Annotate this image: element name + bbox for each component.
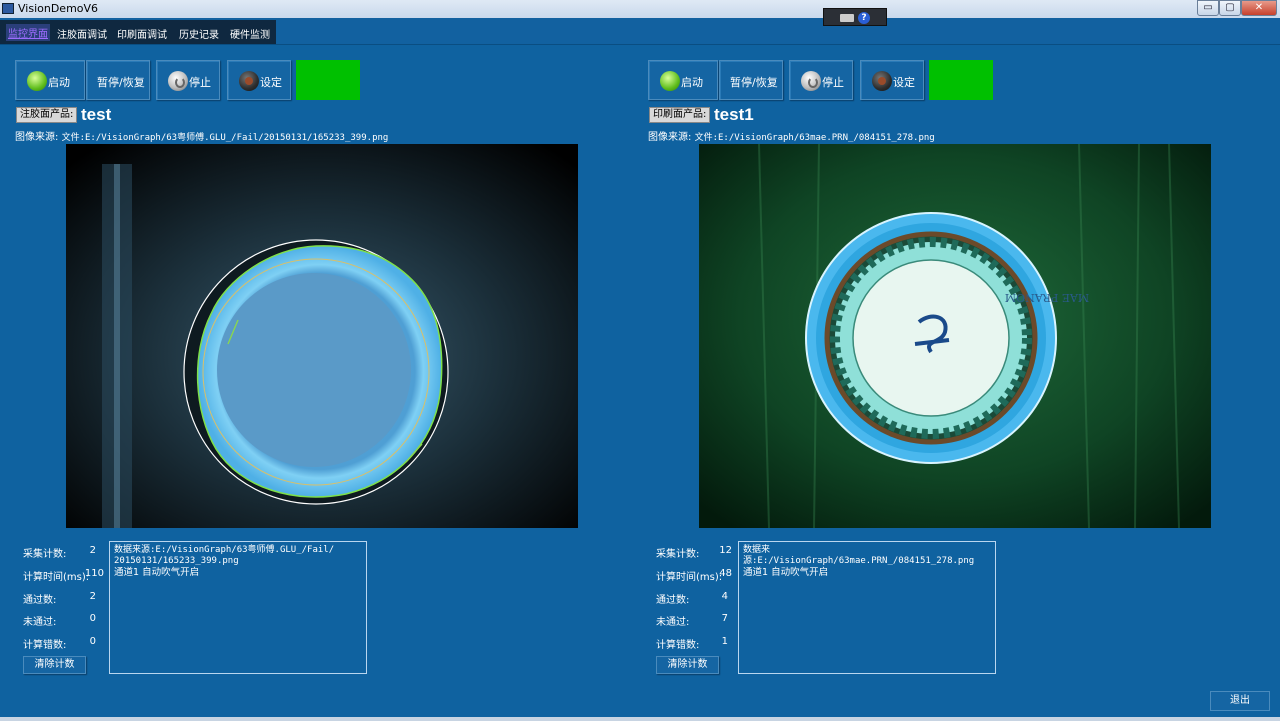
log-line: 数据来源:E:/VisionGraph/63粤师傅.GLU_/Fail/	[114, 545, 335, 555]
stat-fail-value: 0	[89, 613, 96, 624]
language-toolbar[interactable]: ?	[823, 8, 887, 26]
stat-error-value: 1	[721, 636, 728, 647]
product-select-button[interactable]: 印刷面产品:	[649, 107, 711, 123]
pause-resume-button[interactable]: 暂停/恢复	[86, 60, 150, 100]
log-box[interactable]: 数据来源:E:/VisionGraph/63粤师傅.GLU_/Fail/ 201…	[109, 541, 367, 674]
start-icon	[27, 71, 47, 91]
print-panel: 启动 暂停/恢复 停止 设定 印刷面产品: test1 图像来源: 文件:E:/…	[633, 45, 1273, 720]
close-button[interactable]: ✕	[1241, 0, 1277, 16]
main-area: 启动 暂停/恢复 停止 设定 注胶面产品: test 图像来源: 文件:E:/V…	[0, 44, 1280, 719]
exit-button[interactable]: 退出	[1210, 691, 1270, 711]
stop-label: 停止	[822, 76, 844, 89]
glue-panel: 启动 暂停/恢复 停止 设定 注胶面产品: test 图像来源: 文件:E:/V…	[0, 45, 640, 720]
product-select-button[interactable]: 注胶面产品:	[16, 107, 78, 123]
stop-button[interactable]: 停止	[156, 60, 220, 100]
taskbar-strip	[0, 717, 1280, 721]
stop-icon	[168, 71, 188, 91]
title-bar: VisionDemoV6 ▭ ▢ ✕	[0, 0, 1280, 18]
menu-hardware[interactable]: 硬件监测	[230, 26, 270, 41]
image-source: 图像来源: 文件:E:/VisionGraph/63mae.PRN_/08415…	[648, 128, 935, 143]
stat-time-value: 110	[84, 568, 104, 579]
menu-print-debug[interactable]: 印刷面调试	[117, 26, 167, 41]
stat-fail-label: 未通过:	[656, 617, 690, 628]
stat-pass-value: 4	[721, 591, 728, 602]
menu-glue-debug[interactable]: 注胶面调试	[57, 26, 107, 41]
start-button[interactable]: 启动	[648, 60, 718, 100]
settings-label: 设定	[260, 76, 282, 89]
maximize-button[interactable]: ▢	[1219, 0, 1241, 16]
pause-label: 暂停/恢复	[97, 76, 145, 89]
start-label: 启动	[681, 76, 703, 89]
app-icon	[2, 3, 14, 14]
stop-icon	[801, 71, 821, 91]
log-line: 通道1 自动吹气开启	[114, 567, 200, 578]
cap-print-text: MAE PRANOM	[1005, 291, 1089, 304]
stat-capture-value: 2	[89, 545, 96, 556]
log-line: 数据来源:E:/VisionGraph/63mae.PRN_/084151_27…	[743, 545, 975, 566]
stat-capture-value: 12	[719, 545, 732, 556]
log-box[interactable]: 数据来源:E:/VisionGraph/63mae.PRN_/084151_27…	[738, 541, 996, 674]
start-icon	[660, 71, 680, 91]
settings-label: 设定	[893, 76, 915, 89]
start-label: 启动	[48, 76, 70, 89]
stat-pass-value: 2	[89, 591, 96, 602]
image-source-label: 图像来源:	[15, 132, 59, 143]
menu-monitor[interactable]: 监控界面	[6, 24, 50, 41]
image-source-path: 文件:E:/VisionGraph/63粤师傅.GLU_/Fail/201501…	[61, 133, 389, 143]
settings-icon	[872, 71, 892, 91]
print-image-view[interactable]: MAE PRANOM	[699, 144, 1211, 528]
help-icon[interactable]: ?	[858, 12, 870, 24]
log-line: 20150131/165233_399.png	[114, 556, 239, 566]
pause-resume-button[interactable]: 暂停/恢复	[719, 60, 783, 100]
menu-history[interactable]: 历史记录	[179, 26, 219, 41]
status-indicator	[296, 60, 360, 100]
start-button[interactable]: 启动	[15, 60, 85, 100]
settings-button[interactable]: 设定	[227, 60, 291, 100]
product-name: test	[81, 105, 112, 124]
stat-pass-label: 通过数:	[656, 595, 690, 606]
status-indicator	[929, 60, 993, 100]
stat-error-value: 0	[89, 636, 96, 647]
stat-time-value: 48	[719, 568, 732, 579]
clear-count-button[interactable]: 清除计数	[656, 656, 719, 674]
stat-fail-label: 未通过:	[23, 617, 57, 628]
stop-label: 停止	[189, 76, 211, 89]
minimize-button[interactable]: ▭	[1197, 0, 1219, 16]
menu-bar: 监控界面 注胶面调试 印刷面调试 历史记录 硬件监测	[0, 20, 276, 44]
glue-inspection-image	[66, 144, 578, 528]
product-name: test1	[714, 105, 754, 124]
image-source: 图像来源: 文件:E:/VisionGraph/63粤师傅.GLU_/Fail/…	[15, 128, 388, 143]
settings-button[interactable]: 设定	[860, 60, 924, 100]
print-inspection-image: MAE PRANOM	[699, 144, 1211, 528]
window-title: VisionDemoV6	[18, 2, 99, 15]
clear-count-button[interactable]: 清除计数	[23, 656, 86, 674]
stat-pass-label: 通过数:	[23, 595, 57, 606]
image-source-label: 图像来源:	[648, 132, 692, 143]
glue-image-view[interactable]	[66, 144, 578, 528]
stat-fail-value: 7	[721, 613, 728, 624]
settings-icon	[239, 71, 259, 91]
pause-label: 暂停/恢复	[730, 76, 778, 89]
log-line: 通道1 自动吹气开启	[743, 567, 829, 578]
stop-button[interactable]: 停止	[789, 60, 853, 100]
image-source-path: 文件:E:/VisionGraph/63mae.PRN_/084151_278.…	[694, 133, 935, 143]
keyboard-icon[interactable]	[840, 14, 854, 22]
